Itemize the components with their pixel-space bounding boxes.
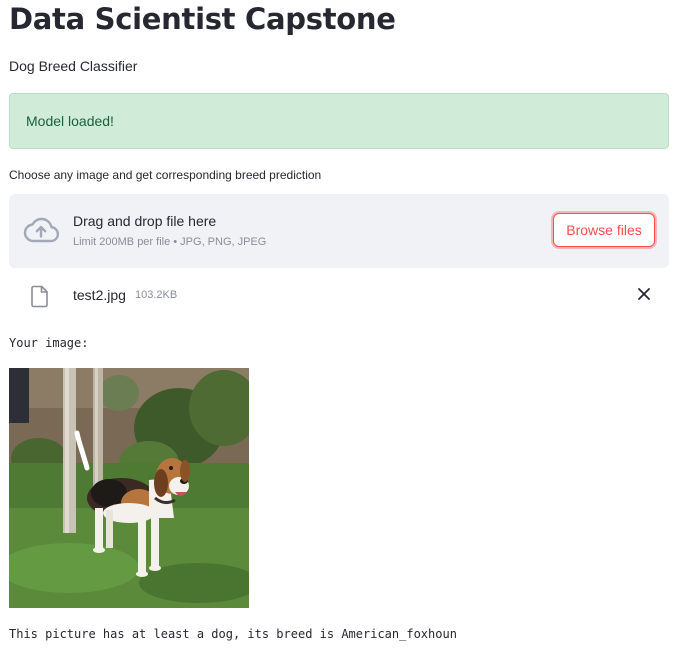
success-alert: Model loaded! [9, 93, 669, 149]
uploaded-image [9, 368, 249, 608]
browse-files-button[interactable]: Browse files [553, 213, 655, 247]
uploaded-file-size: 103.2KB [135, 289, 178, 301]
page-title: Data Scientist Capstone [9, 2, 396, 36]
uploaded-file-name: test2.jpg [73, 287, 126, 303]
uploaded-file-row: test2.jpg 103.2KB [9, 279, 669, 313]
cloud-upload-icon [23, 217, 59, 243]
alert-message: Model loaded! [26, 113, 114, 129]
dropzone-limit: Limit 200MB per file • JPG, PNG, JPEG [73, 236, 267, 248]
dropzone-instructions: Drag and drop file here [73, 213, 217, 229]
close-icon[interactable] [637, 287, 651, 301]
prediction-result: This picture has at least a dog, its bre… [9, 627, 457, 641]
file-icon [31, 285, 48, 308]
file-dropzone[interactable]: Drag and drop file here Limit 200MB per … [9, 194, 669, 268]
page-subtitle: Dog Breed Classifier [9, 58, 138, 74]
image-label: Your image: [9, 336, 89, 350]
uploader-label: Choose any image and get corresponding b… [9, 168, 322, 182]
